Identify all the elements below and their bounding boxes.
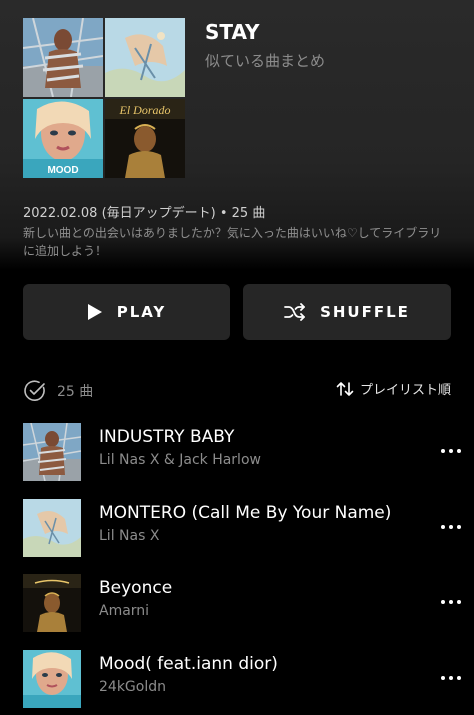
album-art-montero (105, 18, 185, 97)
shuffle-icon (284, 303, 305, 321)
play-button[interactable]: PLAY (23, 284, 230, 340)
el-dorado-cover-text: El Dorado (119, 103, 171, 117)
track-artist: Amarni (99, 603, 150, 619)
album-art-el-dorado: El Dorado (105, 99, 185, 178)
track-title: MONTERO (Call Me By Your Name) (99, 503, 392, 523)
sort-order-label: プレイリスト順 (359, 383, 451, 398)
playlist-subtitle: 似ている曲まとめ (205, 52, 326, 70)
playlist-header: MOOD El Dorado STAY 似ている曲まとめ 2022.02.08 … (0, 0, 474, 270)
play-button-label: PLAY (116, 303, 167, 321)
playlist-meta: 2022.02.08 (毎日アップデート) • 25 曲 (23, 206, 266, 221)
more-horizontal-icon (441, 600, 445, 604)
select-tracks-control[interactable]: 25 曲 (23, 379, 93, 403)
track-row[interactable]: Beyonce Amarni (0, 570, 474, 636)
track-row[interactable]: INDUSTRY BABY Lil Nas X & Jack Harlow (0, 419, 474, 485)
more-horizontal-icon (441, 676, 445, 680)
mood-cover-text: MOOD (47, 165, 78, 176)
more-options-button[interactable] (434, 590, 468, 614)
sort-arrows-icon (336, 381, 354, 396)
album-art-industry-baby (23, 18, 103, 97)
more-options-button[interactable] (434, 666, 468, 690)
track-artist: Lil Nas X & Jack Harlow (99, 452, 261, 468)
playlist-title: STAY (205, 20, 260, 44)
track-count: 25 曲 (57, 384, 94, 400)
playlist-description: 新しい曲との出会いはありましたか？気に入った曲はいいね♡してライブラリに追加しよ… (23, 226, 442, 258)
check-circle-icon (24, 380, 45, 401)
track-artwork (23, 574, 81, 632)
track-row[interactable]: MONTERO (Call Me By Your Name) Lil Nas X (0, 495, 474, 561)
track-artist: 24kGoldn (99, 679, 166, 695)
track-artwork (23, 423, 81, 481)
track-artist: Lil Nas X (99, 528, 160, 544)
shuffle-button-label: SHUFFLE (320, 303, 410, 321)
track-title: INDUSTRY BABY (99, 427, 235, 447)
more-options-button[interactable] (434, 439, 468, 463)
track-artwork (23, 650, 81, 708)
more-horizontal-icon (441, 525, 445, 529)
more-horizontal-icon (441, 449, 445, 453)
shuffle-button[interactable]: SHUFFLE (243, 284, 451, 340)
album-art-mood: MOOD (23, 99, 103, 178)
track-artwork (23, 499, 81, 557)
track-list-header: 25 曲 プレイリスト順 (23, 379, 453, 403)
track-title: Beyonce (99, 578, 173, 598)
sort-order-button[interactable]: プレイリスト順 (336, 379, 451, 398)
play-icon (87, 304, 102, 320)
playlist-screen: MOOD El Dorado STAY 似ている曲まとめ 2022.02.08 … (0, 0, 474, 715)
track-title: Mood( feat.iann dior) (99, 654, 278, 674)
playlist-artwork-collage: MOOD El Dorado (23, 18, 185, 178)
track-row[interactable]: Mood( feat.iann dior) 24kGoldn (0, 646, 474, 712)
more-options-button[interactable] (434, 515, 468, 539)
